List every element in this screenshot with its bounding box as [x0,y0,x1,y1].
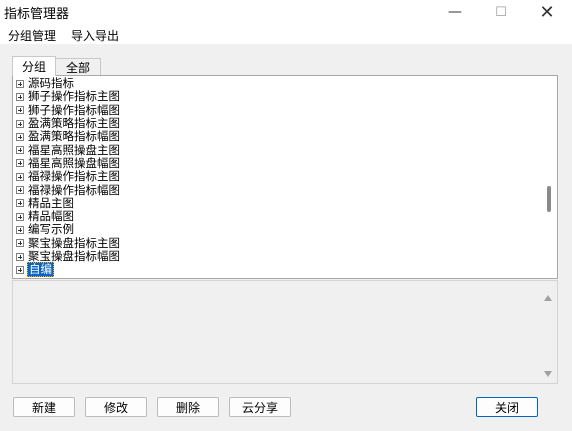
menu-bar: 分组管理 导入导出 [0,24,572,44]
tree-list: 源码指标 狮子操作指标主图 狮子操作指标幅图 盈满策略指标主图 盈满策略指标幅图 福星高照… [16,77,121,278]
tab-all[interactable]: 全部 [55,58,101,75]
close-window-button[interactable]: ✕ [524,0,570,24]
tree-scrollbar-thumb[interactable] [547,186,551,212]
expand-plus-icon[interactable] [16,119,24,128]
tree-item[interactable]: 福禄操作指标幅图 [16,183,121,196]
edit-button[interactable]: 修改 [85,397,147,417]
maximize-button[interactable]: ☐ [478,0,524,24]
tree-item[interactable]: 精品主图 [16,195,121,210]
tree-item-label: 编写示例 [28,222,74,237]
tree-item-label: 福禄操作指标幅图 [28,182,120,197]
maximize-icon: ☐ [495,4,507,20]
description-panel [12,280,558,384]
title-bar: 指标管理器 — ☐ ✕ [0,0,572,24]
menu-group-manage[interactable]: 分组管理 [8,27,56,44]
tree-item-label: 狮子操作指标主图 [28,89,120,104]
indicator-tree[interactable]: 源码指标 狮子操作指标主图 狮子操作指标幅图 盈满策略指标主图 盈满策略指标幅图 福星高照… [12,75,558,279]
close-button[interactable]: 关闭 [476,397,538,417]
cloud-share-button[interactable]: 云分享 [229,397,291,417]
window-title: 指标管理器 [4,7,70,22]
tree-item-label: 福禄操作指标主图 [28,169,120,184]
tree-item[interactable]: 福禄操作指标主图 [16,170,121,183]
tree-item-label: 盈满策略指标主图 [28,116,120,131]
tree-item[interactable]: 盈满策略指标幅图 [16,130,121,143]
expand-plus-icon[interactable] [16,239,24,248]
minimize-button[interactable]: — [432,0,478,24]
tree-item-label: 自编 [27,262,54,278]
tree-item[interactable]: 狮子操作指标幅图 [16,102,121,117]
tree-item[interactable]: 源码指标 [16,77,121,90]
tree-item-label: 福星高照操盘主图 [28,142,120,157]
expand-plus-icon[interactable] [16,106,24,115]
expand-plus-icon[interactable] [16,146,24,155]
tree-item[interactable]: 聚宝操盘指标主图 [16,235,121,250]
close-icon: ✕ [539,1,555,23]
delete-button[interactable]: 删除 [157,397,219,417]
tree-item[interactable]: 狮子操作指标主图 [16,90,121,103]
tree-item-label: 福星高照操盘幅图 [28,155,120,170]
tree-item-label: 聚宝操盘指标主图 [28,235,120,250]
tab-group[interactable]: 分组 [12,56,56,76]
expand-plus-icon[interactable] [16,225,24,234]
tree-item-label: 聚宝操盘指标幅图 [28,249,120,263]
tree-item-label: 源码指标 [28,76,74,91]
description-scrollbar[interactable] [539,281,557,383]
tree-item[interactable]: 盈满策略指标主图 [16,117,121,130]
menu-import-export[interactable]: 导入导出 [71,27,119,44]
tree-item[interactable]: 自编 [16,262,121,278]
tree-item[interactable]: 福星高照操盘幅图 [16,155,121,170]
tree-item[interactable]: 编写示例 [16,223,121,236]
expand-plus-icon[interactable] [16,186,24,195]
expand-plus-icon[interactable] [16,199,24,208]
expand-plus-icon[interactable] [16,132,24,141]
tree-item[interactable]: 精品幅图 [16,210,121,223]
tree-item-label: 盈满策略指标幅图 [28,129,120,144]
expand-plus-icon[interactable] [16,159,24,168]
tree-item-label: 狮子操作指标幅图 [28,102,120,117]
tree-item[interactable]: 聚宝操盘指标幅图 [16,250,121,263]
expand-plus-icon[interactable] [16,79,24,88]
expand-plus-icon[interactable] [16,92,24,101]
minimize-icon: — [448,4,462,20]
scroll-down-arrow-icon[interactable] [544,371,552,377]
expand-plus-icon[interactable] [16,252,24,261]
tree-item[interactable]: 福星高照操盘主图 [16,143,121,156]
new-button[interactable]: 新建 [13,397,75,417]
scroll-up-arrow-icon[interactable] [544,295,552,301]
expand-plus-icon[interactable] [16,212,24,221]
tree-scrollbar[interactable] [541,76,557,278]
tree-item-label: 精品主图 [28,195,74,210]
expand-plus-icon[interactable] [16,265,24,274]
expand-plus-icon[interactable] [16,172,24,181]
tree-item-label: 精品幅图 [28,209,74,224]
